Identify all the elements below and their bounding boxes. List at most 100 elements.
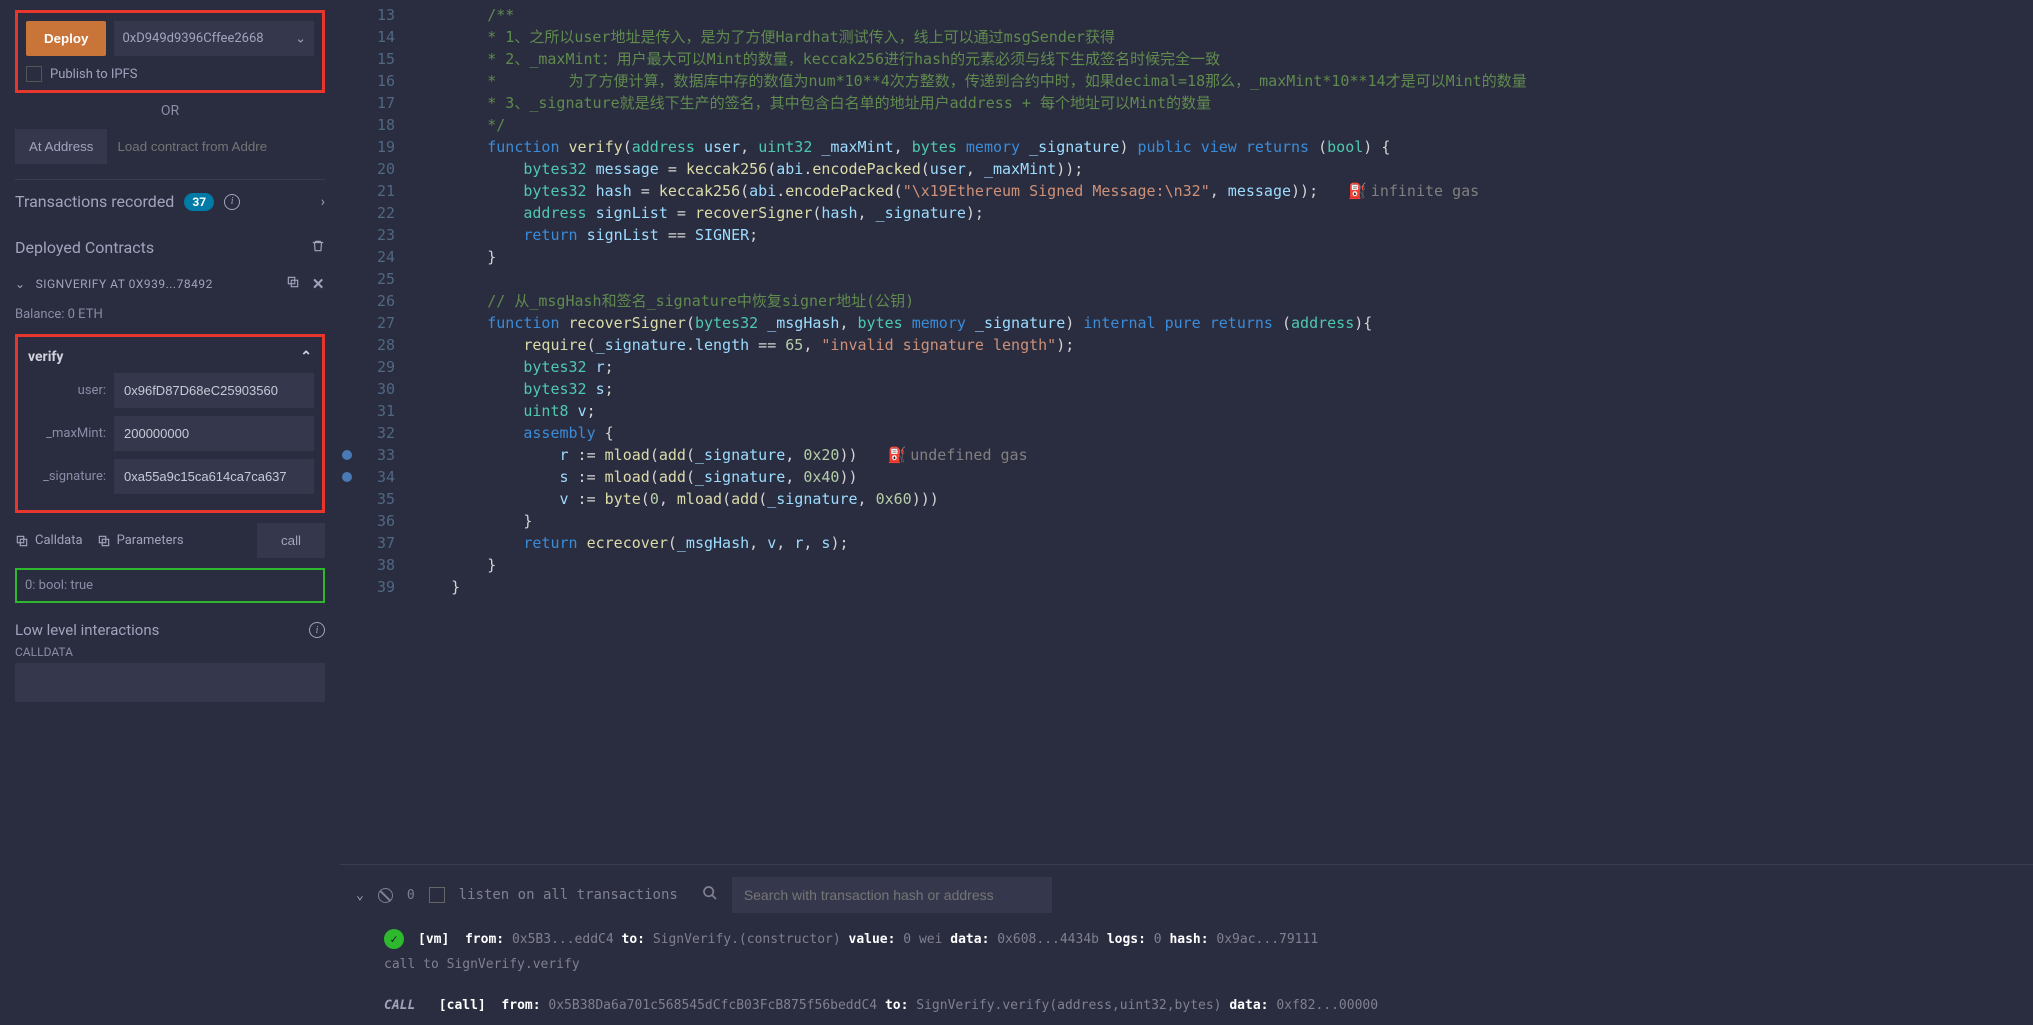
line-number: 19 xyxy=(360,136,415,158)
line-content: return signList == SIGNER; xyxy=(415,224,2033,246)
chevron-right-icon: › xyxy=(321,194,325,210)
calldata-label: CALLDATA xyxy=(15,645,325,659)
at-address-button[interactable]: At Address xyxy=(15,129,107,164)
trash-icon[interactable] xyxy=(311,238,325,257)
breakpoint-gutter[interactable] xyxy=(340,510,360,532)
listen-checkbox[interactable] xyxy=(429,887,445,903)
code-line[interactable]: 31 uint8 v; xyxy=(340,400,2033,422)
breakpoint-gutter[interactable] xyxy=(340,114,360,136)
sidebar: Deploy 0xD949d9396Cffee2668 ⌄ Publish to… xyxy=(0,0,340,1025)
line-number: 29 xyxy=(360,356,415,378)
info-icon[interactable]: i xyxy=(224,194,240,210)
line-number: 20 xyxy=(360,158,415,180)
code-line[interactable]: 39 } xyxy=(340,576,2033,598)
code-line[interactable]: 36 } xyxy=(340,510,2033,532)
breakpoint-gutter[interactable] xyxy=(340,92,360,114)
breakpoint-gutter[interactable] xyxy=(340,378,360,400)
code-line[interactable]: 14 * 1、之所以user地址是传入，是为了方便Hardhat测试传入，线上可… xyxy=(340,26,2033,48)
collapse-icon[interactable]: ⌃ xyxy=(300,349,312,365)
search-icon[interactable] xyxy=(702,885,718,905)
code-line[interactable]: 20 bytes32 message = keccak256(abi.encod… xyxy=(340,158,2033,180)
breakpoint-gutter[interactable] xyxy=(340,400,360,422)
check-icon: ✓ xyxy=(384,929,404,949)
terminal-log-row[interactable]: CALL [call] from: 0x5B38Da6a701c568545dC… xyxy=(348,994,2025,1017)
code-line[interactable]: 37 return ecrecover(_msgHash, v, r, s); xyxy=(340,532,2033,554)
terminal-search-input[interactable] xyxy=(732,877,1052,913)
param-input-signature[interactable] xyxy=(114,459,314,494)
code-line[interactable]: 27 function recoverSigner(bytes32 _msgHa… xyxy=(340,312,2033,334)
calldata-input[interactable] xyxy=(15,663,325,702)
code-line[interactable]: 24 } xyxy=(340,246,2033,268)
code-line[interactable]: 26 // 从_msgHash和签名_signature中恢复signer地址(… xyxy=(340,290,2033,312)
code-line[interactable]: 23 return signList == SIGNER; xyxy=(340,224,2033,246)
breakpoint-gutter[interactable] xyxy=(340,246,360,268)
line-content: // 从_msgHash和签名_signature中恢复signer地址(公钥) xyxy=(415,290,2033,312)
breakpoint-gutter[interactable] xyxy=(340,312,360,334)
code-line[interactable]: 13 /** xyxy=(340,4,2033,26)
param-input-maxmint[interactable] xyxy=(114,416,314,451)
code-line[interactable]: 38 } xyxy=(340,554,2033,576)
line-number: 27 xyxy=(360,312,415,334)
publish-ipfs-checkbox[interactable] xyxy=(26,66,42,82)
breakpoint-gutter[interactable] xyxy=(340,224,360,246)
line-number: 38 xyxy=(360,554,415,576)
code-line[interactable]: 21 bytes32 hash = keccak256(abi.encodePa… xyxy=(340,180,2033,202)
breakpoint-gutter[interactable] xyxy=(340,488,360,510)
code-line[interactable]: 32 assembly { xyxy=(340,422,2033,444)
line-content: } xyxy=(415,576,2033,598)
breakpoint-gutter[interactable] xyxy=(340,4,360,26)
breakpoint-gutter[interactable] xyxy=(340,268,360,290)
line-number: 22 xyxy=(360,202,415,224)
breakpoint-gutter[interactable] xyxy=(340,136,360,158)
code-line[interactable]: 17 * 3、_signature就是线下生产的签名，其中包含白名单的地址用户a… xyxy=(340,92,2033,114)
calldata-button[interactable]: Calldata xyxy=(15,533,83,548)
breakpoint-gutter[interactable] xyxy=(340,554,360,576)
terminal-collapse-icon[interactable]: ⌄ xyxy=(356,888,364,903)
breakpoint-gutter[interactable] xyxy=(340,422,360,444)
terminal-log-row[interactable]: ✓ [vm] from: 0x5B3...eddC4 to: SignVerif… xyxy=(348,925,2025,953)
breakpoint-gutter[interactable] xyxy=(340,334,360,356)
code-editor[interactable]: 13 /**14 * 1、之所以user地址是传入，是为了方便Hardhat测试… xyxy=(340,0,2033,864)
line-content: bytes32 r; xyxy=(415,356,2033,378)
line-content: bytes32 hash = keccak256(abi.encodePacke… xyxy=(415,180,2033,202)
line-number: 17 xyxy=(360,92,415,114)
code-line[interactable]: 15 * 2、_maxMint：用户最大可以Mint的数量，keccak256进… xyxy=(340,48,2033,70)
breakpoint-gutter[interactable] xyxy=(340,70,360,92)
code-line[interactable]: 25 xyxy=(340,268,2033,290)
line-number: 32 xyxy=(360,422,415,444)
breakpoint-gutter[interactable] xyxy=(340,202,360,224)
code-line[interactable]: 16 * 为了方便计算，数据库中存的数值为num*10**4次方整数，传递到合约… xyxy=(340,70,2033,92)
code-line[interactable]: 19 function verify(address user, uint32 … xyxy=(340,136,2033,158)
breakpoint-gutter[interactable] xyxy=(340,444,360,466)
terminal-clear-icon[interactable] xyxy=(378,888,393,903)
code-line[interactable]: 33 r := mload(add(_signature, 0x20))⛽und… xyxy=(340,444,2033,466)
code-line[interactable]: 30 bytes32 s; xyxy=(340,378,2033,400)
breakpoint-gutter[interactable] xyxy=(340,356,360,378)
at-address-input[interactable] xyxy=(107,129,325,164)
breakpoint-gutter[interactable] xyxy=(340,26,360,48)
breakpoint-gutter[interactable] xyxy=(340,466,360,488)
info-icon[interactable]: i xyxy=(309,622,325,638)
close-icon[interactable]: ✕ xyxy=(312,275,325,293)
deploy-address-select[interactable]: 0xD949d9396Cffee2668 ⌄ xyxy=(114,21,314,56)
parameters-button[interactable]: Parameters xyxy=(97,533,184,548)
code-line[interactable]: 28 require(_signature.length == 65, "inv… xyxy=(340,334,2033,356)
copy-icon[interactable] xyxy=(286,275,300,293)
transactions-header[interactable]: Transactions recorded 37 i › xyxy=(15,179,325,223)
code-line[interactable]: 34 s := mload(add(_signature, 0x40)) xyxy=(340,466,2033,488)
line-number: 15 xyxy=(360,48,415,70)
param-input-user[interactable] xyxy=(114,373,314,408)
breakpoint-gutter[interactable] xyxy=(340,158,360,180)
breakpoint-gutter[interactable] xyxy=(340,180,360,202)
call-button[interactable]: call xyxy=(257,523,325,558)
code-line[interactable]: 18 */ xyxy=(340,114,2033,136)
breakpoint-gutter[interactable] xyxy=(340,48,360,70)
deploy-button[interactable]: Deploy xyxy=(26,21,106,56)
contract-item[interactable]: ⌄ SIGNVERIFY AT 0X939...78492 ✕ xyxy=(15,265,325,303)
code-line[interactable]: 35 v := byte(0, mload(add(_signature, 0x… xyxy=(340,488,2033,510)
code-line[interactable]: 29 bytes32 r; xyxy=(340,356,2033,378)
breakpoint-gutter[interactable] xyxy=(340,576,360,598)
breakpoint-gutter[interactable] xyxy=(340,532,360,554)
breakpoint-gutter[interactable] xyxy=(340,290,360,312)
code-line[interactable]: 22 address signList = recoverSigner(hash… xyxy=(340,202,2033,224)
